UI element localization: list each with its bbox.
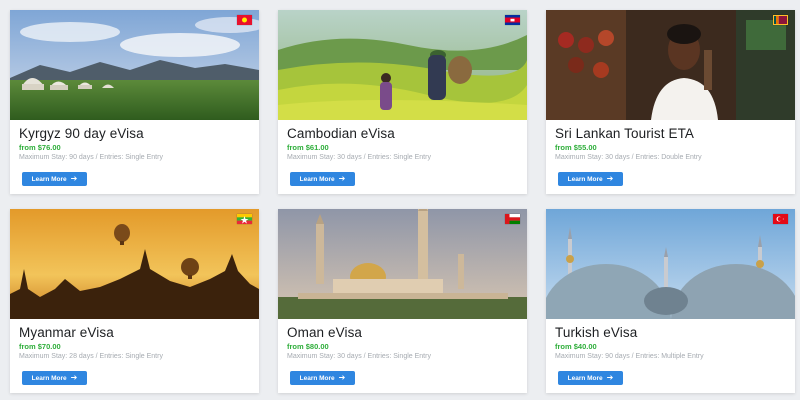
oman-mosque-photo <box>278 209 527 319</box>
learn-more-label: Learn More <box>299 374 335 382</box>
learn-more-label: Learn More <box>567 175 603 183</box>
learn-more-label: Learn More <box>299 175 335 183</box>
learn-more-button[interactable]: Learn More ➔ <box>290 371 355 385</box>
arrow-right-icon: ➔ <box>70 373 78 382</box>
visa-card-cambodia[interactable]: Cambodian eVisa from $61.00 Maximum Stay… <box>278 10 527 194</box>
card-title: Turkish eVisa <box>555 325 638 340</box>
arrow-right-icon: ➔ <box>606 373 614 382</box>
card-meta: Maximum Stay: 28 days / Entries: Single … <box>19 353 163 360</box>
myanmar-flag-icon <box>237 214 252 224</box>
arrow-right-icon: ➔ <box>338 174 346 183</box>
card-title: Kyrgyz 90 day eVisa <box>19 126 144 141</box>
card-title: Cambodian eVisa <box>287 126 395 141</box>
card-meta: Maximum Stay: 30 days / Entries: Double … <box>555 154 702 161</box>
visa-card-oman[interactable]: Oman eVisa from $80.00 Maximum Stay: 30 … <box>278 209 527 393</box>
card-title: Sri Lankan Tourist ETA <box>555 126 695 141</box>
learn-more-button[interactable]: Learn More ➔ <box>22 172 87 186</box>
learn-more-button[interactable]: Learn More ➔ <box>558 371 623 385</box>
cambodia-rice-terrace-photo <box>278 10 527 120</box>
card-price: from $55.00 <box>555 143 597 152</box>
card-title: Myanmar eVisa <box>19 325 114 340</box>
card-price: from $80.00 <box>287 342 329 351</box>
card-title: Oman eVisa <box>287 325 363 340</box>
myanmar-bagan-photo <box>10 209 259 319</box>
visa-card-turkey[interactable]: Turkish eVisa from $40.00 Maximum Stay: … <box>546 209 795 393</box>
learn-more-button[interactable]: Learn More ➔ <box>22 371 87 385</box>
learn-more-button[interactable]: Learn More ➔ <box>558 172 623 186</box>
learn-more-label: Learn More <box>31 374 67 382</box>
turkey-blue-mosque-photo <box>546 209 795 319</box>
visa-card-kyrgyz[interactable]: Kyrgyz 90 day eVisa from $76.00 Maximum … <box>10 10 259 194</box>
card-meta: Maximum Stay: 90 days / Entries: Multipl… <box>555 353 704 360</box>
oman-flag-icon <box>505 214 520 224</box>
kyrgyz-yurt-photo <box>10 10 259 120</box>
kyrgyzstan-flag-icon <box>237 15 252 25</box>
card-meta: Maximum Stay: 30 days / Entries: Single … <box>287 353 431 360</box>
arrow-right-icon: ➔ <box>606 174 614 183</box>
card-price: from $70.00 <box>19 342 61 351</box>
visa-card-myanmar[interactable]: Myanmar eVisa from $70.00 Maximum Stay: … <box>10 209 259 393</box>
arrow-right-icon: ➔ <box>338 373 346 382</box>
card-meta: Maximum Stay: 90 days / Entries: Single … <box>19 154 163 161</box>
arrow-right-icon: ➔ <box>70 174 78 183</box>
card-price: from $61.00 <box>287 143 329 152</box>
visa-card-sri-lanka[interactable]: Sri Lankan Tourist ETA from $55.00 Maxim… <box>546 10 795 194</box>
card-price: from $76.00 <box>19 143 61 152</box>
card-meta: Maximum Stay: 30 days / Entries: Single … <box>287 154 431 161</box>
sri-lanka-market-photo <box>546 10 795 120</box>
sri-lanka-flag-icon <box>773 15 788 25</box>
learn-more-label: Learn More <box>31 175 67 183</box>
turkey-flag-icon <box>773 214 788 224</box>
learn-more-button[interactable]: Learn More ➔ <box>290 172 355 186</box>
cambodia-flag-icon <box>505 15 520 25</box>
card-price: from $40.00 <box>555 342 597 351</box>
learn-more-label: Learn More <box>567 374 603 382</box>
